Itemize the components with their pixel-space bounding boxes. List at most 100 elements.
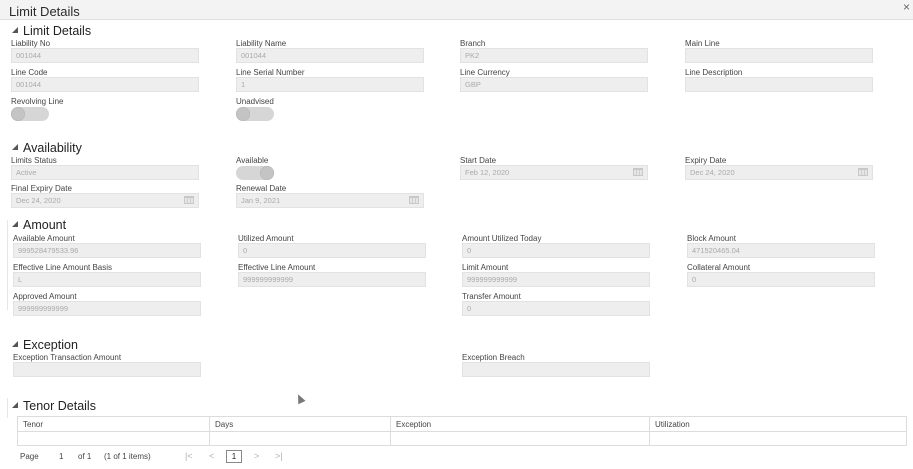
utilized-amount-label: Utilized Amount	[238, 234, 294, 243]
revolving-line-toggle[interactable]	[11, 107, 49, 121]
prev-page-icon[interactable]: <	[209, 451, 214, 461]
renewal-date-label: Renewal Date	[236, 184, 287, 193]
renewal-date-value: Jan 9, 2021	[241, 196, 281, 205]
section-limit-details[interactable]: Limit Details	[12, 24, 91, 38]
transfer-amount-field[interactable]: 0	[462, 301, 650, 316]
expiry-date-field[interactable]: Dec 24, 2020	[685, 165, 873, 180]
line-currency-label: Line Currency	[460, 68, 510, 77]
branch-field[interactable]: PK2	[460, 48, 648, 63]
start-date-field[interactable]: Feb 12, 2020	[460, 165, 648, 180]
collapse-icon[interactable]	[12, 221, 18, 227]
effective-line-amount-basis-field[interactable]: L	[13, 272, 201, 287]
calendar-icon[interactable]	[409, 196, 419, 204]
section-title: Exception	[23, 338, 78, 352]
expiry-date-label: Expiry Date	[685, 156, 727, 165]
limits-status-field[interactable]: Active	[11, 165, 199, 180]
start-date-label: Start Date	[460, 156, 497, 165]
available-amount-label: Available Amount	[13, 234, 75, 243]
main-line-field[interactable]	[685, 48, 873, 63]
column-divider	[209, 417, 210, 445]
toggle-knob	[236, 107, 250, 121]
final-expiry-date-field[interactable]: Dec 24, 2020	[11, 193, 199, 208]
available-label: Available	[236, 156, 269, 165]
branch-label: Branch	[460, 39, 486, 48]
amount-utilized-today-label: Amount Utilized Today	[462, 234, 542, 243]
utilized-amount-field[interactable]: 0	[238, 243, 426, 258]
section-exception[interactable]: Exception	[12, 338, 78, 352]
section-title: Tenor Details	[23, 399, 96, 413]
mouse-cursor-icon	[294, 392, 306, 405]
pager-items-label: (1 of 1 items)	[104, 452, 151, 461]
calendar-icon[interactable]	[633, 168, 643, 176]
pager-of-label: of 1	[78, 452, 92, 461]
approved-amount-field[interactable]: 999999999999	[13, 301, 201, 316]
effective-line-amount-basis-label: Effective Line Amount Basis	[13, 263, 113, 272]
collapse-icon[interactable]	[12, 402, 18, 408]
limit-amount-field[interactable]: 999999999999	[462, 272, 650, 287]
start-date-value: Feb 12, 2020	[465, 168, 510, 177]
pager-page-input[interactable]: 1	[59, 452, 63, 461]
toggle-knob	[260, 166, 274, 180]
revolving-line-label: Revolving Line	[11, 97, 64, 106]
column-header-utilization[interactable]: Utilization	[655, 420, 690, 429]
calendar-icon[interactable]	[184, 196, 194, 204]
liability-no-field[interactable]: 001044	[11, 48, 199, 63]
limit-amount-label: Limit Amount	[462, 263, 509, 272]
main-line-label: Main Line	[685, 39, 720, 48]
line-currency-field[interactable]: GBP	[460, 77, 648, 92]
line-serial-label: Line Serial Number	[236, 68, 305, 77]
column-divider	[649, 417, 650, 445]
section-title: Limit Details	[23, 24, 92, 38]
available-toggle[interactable]	[236, 166, 274, 180]
column-header-tenor[interactable]: Tenor	[23, 420, 43, 429]
exception-transaction-amount-label: Exception Transaction Amount	[13, 353, 122, 362]
amount-utilized-today-field[interactable]: 0	[462, 243, 650, 258]
effective-line-amount-field[interactable]: 999999999999	[238, 272, 426, 287]
column-header-exception[interactable]: Exception	[396, 420, 431, 429]
limits-status-label: Limits Status	[11, 156, 57, 165]
line-serial-field[interactable]: 1	[236, 77, 424, 92]
available-amount-field[interactable]: 999528479533.96	[13, 243, 201, 258]
section-title: Availability	[23, 141, 82, 155]
section-tenor-details[interactable]: Tenor Details	[12, 399, 96, 413]
first-page-icon[interactable]: |<	[185, 451, 193, 461]
approved-amount-label: Approved Amount	[13, 292, 77, 301]
section-divider	[7, 398, 8, 418]
liability-name-label: Liability Name	[236, 39, 287, 48]
collapse-icon[interactable]	[12, 144, 18, 150]
block-amount-field[interactable]: 471520465.04	[687, 243, 875, 258]
toggle-knob	[11, 107, 25, 121]
dialog-title-bar: Limit Details ×	[0, 0, 913, 20]
close-icon[interactable]: ×	[903, 1, 910, 13]
section-amount[interactable]: Amount	[12, 218, 66, 232]
tenor-table: Tenor Days Exception Utilization	[17, 416, 907, 446]
line-description-label: Line Description	[685, 68, 743, 77]
collapse-icon[interactable]	[12, 27, 18, 33]
section-title: Amount	[23, 218, 67, 232]
collateral-amount-field[interactable]: 0	[687, 272, 875, 287]
effective-line-amount-label: Effective Line Amount	[238, 263, 316, 272]
collapse-icon[interactable]	[12, 341, 18, 347]
final-expiry-date-label: Final Expiry Date	[11, 184, 72, 193]
column-header-days[interactable]: Days	[215, 420, 233, 429]
unadvised-label: Unadvised	[236, 97, 274, 106]
renewal-date-field[interactable]: Jan 9, 2021	[236, 193, 424, 208]
block-amount-label: Block Amount	[687, 234, 736, 243]
liability-name-field[interactable]: 001044	[236, 48, 424, 63]
section-divider	[7, 220, 8, 310]
current-page-button[interactable]: 1	[226, 450, 242, 463]
last-page-icon[interactable]: >|	[275, 451, 283, 461]
liability-no-label: Liability No	[11, 39, 51, 48]
exception-breach-field[interactable]	[462, 362, 650, 377]
final-expiry-date-value: Dec 24, 2020	[16, 196, 61, 205]
exception-transaction-amount-field[interactable]	[13, 362, 201, 377]
exception-breach-label: Exception Breach	[462, 353, 525, 362]
dialog-title: Limit Details	[9, 4, 80, 19]
line-code-field[interactable]: 001044	[11, 77, 199, 92]
calendar-icon[interactable]	[858, 168, 868, 176]
section-availability[interactable]: Availability	[12, 141, 82, 155]
pager-page-label: Page	[20, 452, 39, 461]
unadvised-toggle[interactable]	[236, 107, 274, 121]
line-description-field[interactable]	[685, 77, 873, 92]
next-page-icon[interactable]: >	[254, 451, 259, 461]
